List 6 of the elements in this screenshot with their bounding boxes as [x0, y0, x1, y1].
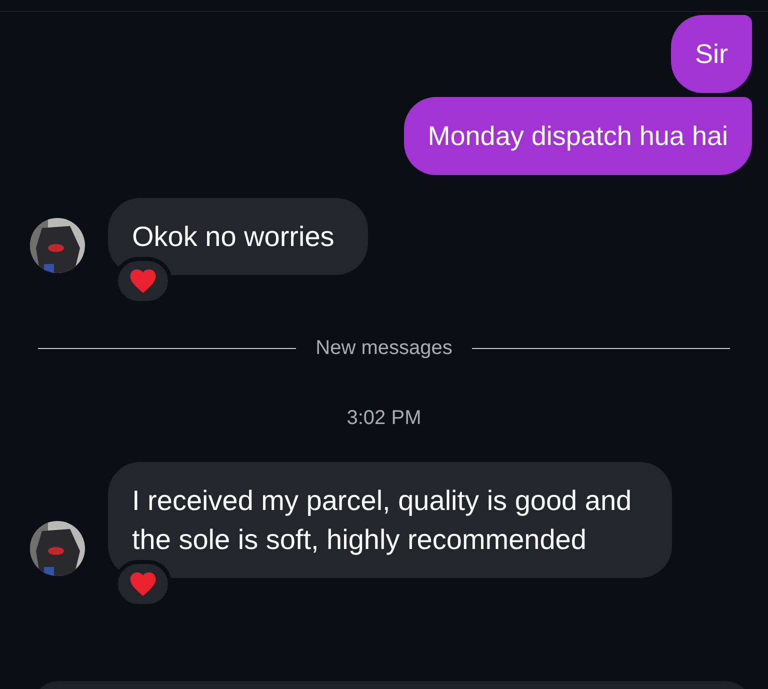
received-message: I received my parcel, quality is good and the sole is soft, highly recommended: [108, 462, 672, 578]
received-message: Okok no worries: [108, 198, 368, 275]
sent-message: Monday dispatch hua hai: [404, 97, 752, 175]
timestamp: 3:02 PM: [346, 406, 422, 431]
sent-message: Sir: [671, 15, 752, 93]
new-messages-label: New messages: [316, 336, 452, 361]
